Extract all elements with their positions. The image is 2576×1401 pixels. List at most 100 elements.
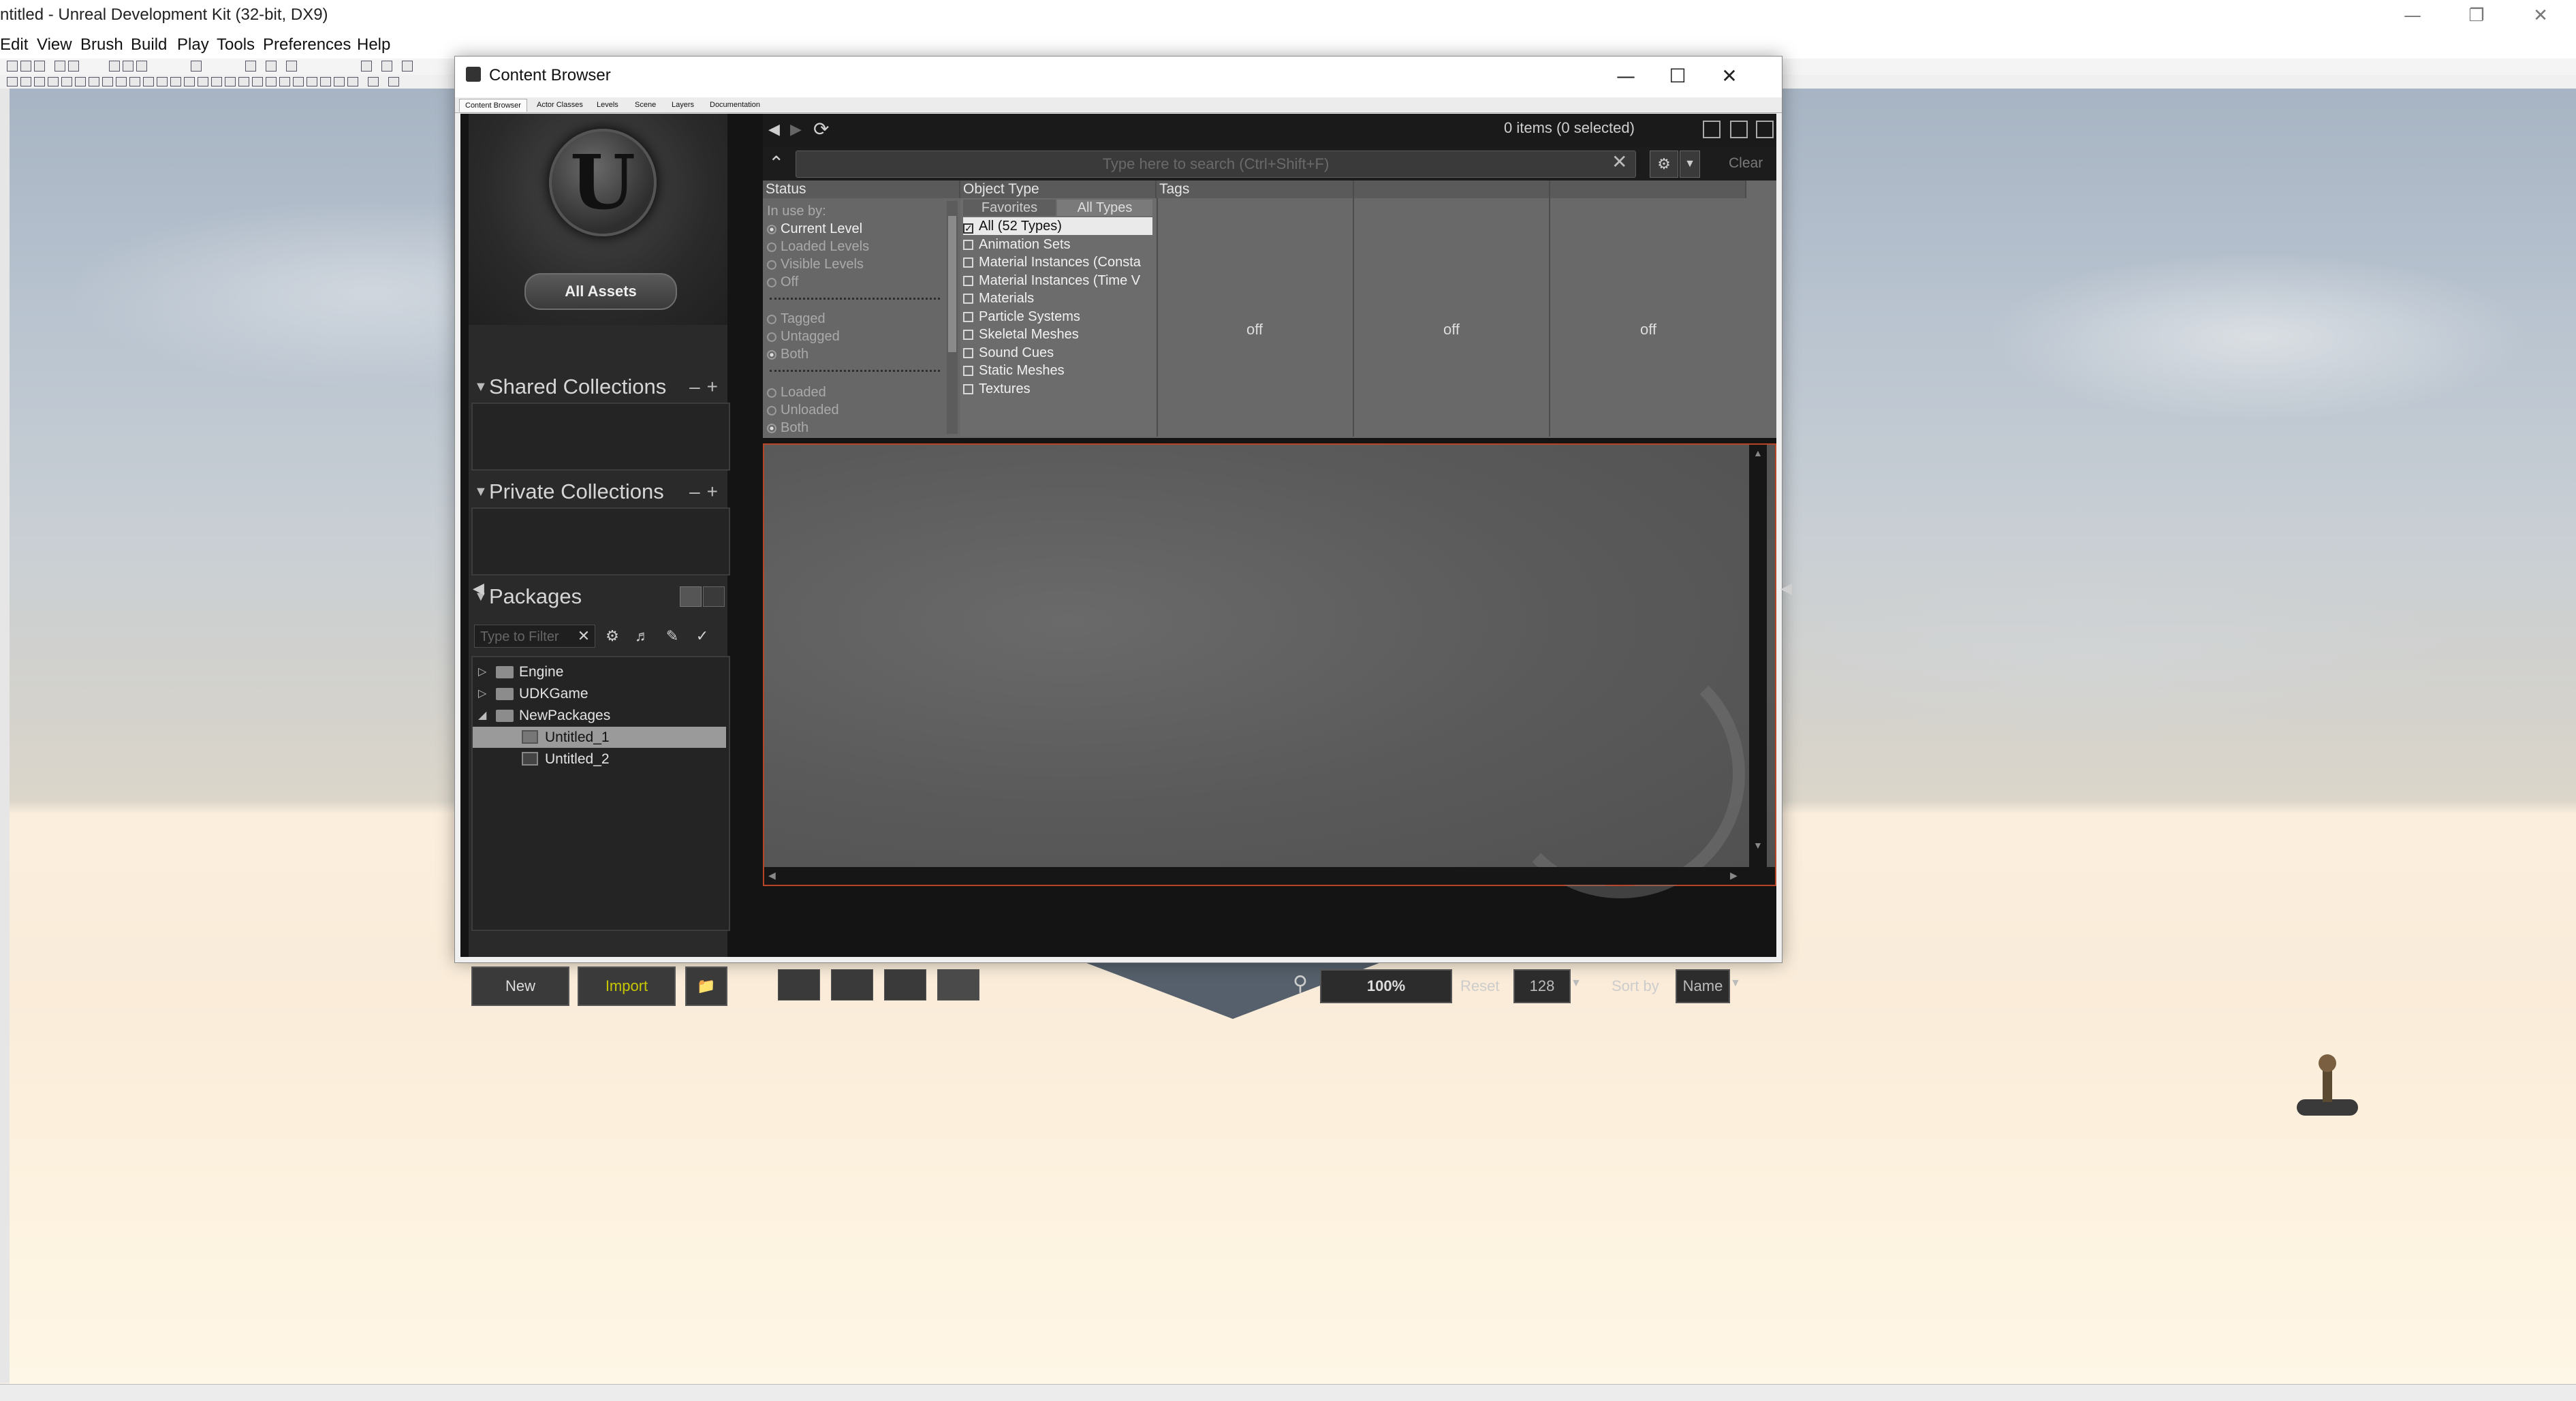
view-large-grid-icon[interactable] <box>937 969 979 1001</box>
dropdown-arrow-icon[interactable]: ▼ <box>1680 151 1700 178</box>
checkmark-icon[interactable]: ✓ <box>691 625 714 648</box>
menu-tools[interactable]: Tools <box>217 34 255 56</box>
toolbar2-icon[interactable] <box>184 77 195 86</box>
back-arrow-icon[interactable]: ◀ <box>768 121 780 138</box>
toolbar2-icon[interactable] <box>157 77 168 86</box>
toolbar2-icon[interactable] <box>170 77 181 86</box>
rotate-icon[interactable] <box>123 61 133 72</box>
private-collections-list[interactable] <box>471 507 730 576</box>
radio-unloaded[interactable]: Unloaded <box>767 401 839 419</box>
tab-content-browser[interactable]: Content Browser <box>459 99 527 112</box>
radio-tagged[interactable]: Tagged <box>767 310 826 328</box>
maximize-icon[interactable]: ☐ <box>1654 61 1701 92</box>
add-remove-collection-icon[interactable]: –+ <box>689 371 725 403</box>
radio-both-tagged[interactable]: Both <box>767 345 808 363</box>
scroll-down-icon[interactable]: ▼ <box>1753 840 1763 851</box>
tree-item-udkgame[interactable]: ▷ UDKGame <box>473 683 726 704</box>
view-medium-grid-icon[interactable] <box>884 969 926 1001</box>
tree-item-engine[interactable]: ▷ Engine <box>473 661 726 682</box>
toolbar2-icon[interactable] <box>225 77 236 86</box>
dropdown-arrow-icon[interactable]: ▼ <box>1730 977 1741 990</box>
collapse-filters-icon[interactable]: ⌃ <box>768 152 784 174</box>
close-icon[interactable]: ✕ <box>2520 3 2561 29</box>
toolbar2-icon[interactable] <box>48 77 59 86</box>
speaker-icon[interactable]: ♬ <box>631 625 654 648</box>
tags-column-3[interactable]: off <box>1550 198 1746 437</box>
folder-icon[interactable]: 📁 <box>685 966 727 1006</box>
toolbar2-icon[interactable] <box>61 77 72 86</box>
toolbar2-icon[interactable] <box>7 77 18 86</box>
package-tree[interactable]: ▷ Engine ▷ UDKGame ◢ NewPackages Untitle… <box>471 656 730 931</box>
shared-collections-header[interactable]: ▼ Shared Collections –+ <box>469 371 727 403</box>
radio-off[interactable]: Off <box>767 273 798 291</box>
checkbox-skeletal-meshes[interactable]: Skeletal Meshes <box>963 326 1079 343</box>
radio-loaded-levels[interactable]: Loaded Levels <box>767 238 869 255</box>
menu-view[interactable]: View <box>37 34 72 56</box>
import-button[interactable]: Import <box>578 966 676 1006</box>
toolbar2-icon[interactable] <box>129 77 140 86</box>
menu-help[interactable]: Help <box>357 34 390 56</box>
toolbar2-icon[interactable] <box>307 77 317 86</box>
all-assets-button[interactable]: All Assets <box>524 273 677 310</box>
thumbnail-size-dropdown[interactable]: 128 <box>1513 969 1571 1003</box>
move-icon[interactable] <box>109 61 120 72</box>
collapse-right-arrow-icon[interactable]: ◀ <box>1780 580 1792 597</box>
view-filmstrip-icon[interactable] <box>778 969 820 1001</box>
content-browser-icon[interactable] <box>266 61 277 72</box>
toolbar2-icon[interactable] <box>279 77 290 86</box>
menu-edit[interactable]: Edit <box>0 34 28 56</box>
tab-actor-classes[interactable]: Actor Classes <box>531 99 588 111</box>
shared-collections-list[interactable] <box>471 403 730 471</box>
toolbar2-icon[interactable] <box>347 77 358 86</box>
scroll-up-icon[interactable]: ▲ <box>1753 447 1763 458</box>
restore-icon[interactable]: ❐ <box>2456 3 2497 29</box>
reset-button[interactable]: Reset <box>1460 977 1499 995</box>
search-input[interactable]: Type here to search (Ctrl+Shift+F) <box>796 151 1636 178</box>
collapse-left-arrow-icon[interactable]: ◀ <box>473 580 484 597</box>
sort-by-dropdown[interactable]: Name <box>1676 969 1730 1003</box>
redo-icon[interactable] <box>68 61 79 72</box>
forward-arrow-icon[interactable]: ▶ <box>790 121 802 138</box>
asset-view[interactable]: ▲ ▼ ◀ ▶ <box>763 443 1776 898</box>
collapse-arrow-icon[interactable]: ▼ <box>474 476 488 507</box>
scrollbar-thumb[interactable] <box>948 216 956 352</box>
tree-view-icon[interactable] <box>703 586 725 607</box>
add-remove-collection-icon[interactable]: –+ <box>689 476 725 507</box>
new-button[interactable]: New <box>471 966 569 1006</box>
toolbar2-icon[interactable] <box>320 77 331 86</box>
tab-layers[interactable]: Layers <box>666 99 700 111</box>
tab-all-types[interactable]: All Types <box>1057 200 1152 216</box>
pencil-icon[interactable]: ✎ <box>661 625 684 648</box>
play-icon[interactable] <box>402 61 413 72</box>
checkbox-material-instances-constant[interactable]: Material Instances (Consta <box>963 253 1141 271</box>
view-small-grid-icon[interactable] <box>831 969 873 1001</box>
collapse-arrow-icon[interactable]: ▼ <box>474 371 488 403</box>
expand-arrow-icon[interactable]: ▷ <box>478 683 486 704</box>
radio-loaded[interactable]: Loaded <box>767 383 826 401</box>
checkbox-sound-cues[interactable]: Sound Cues <box>963 344 1054 362</box>
toolbar2-icon[interactable] <box>34 77 45 86</box>
new-icon[interactable] <box>7 61 18 72</box>
checkbox-particle-systems[interactable]: Particle Systems <box>963 308 1080 326</box>
search-options-icon[interactable]: ⚙ <box>1650 151 1678 178</box>
tab-levels[interactable]: Levels <box>591 99 624 111</box>
collapse-arrow-icon[interactable]: ◢ <box>478 705 486 726</box>
packages-header[interactable]: ▼ Packages <box>469 581 727 612</box>
toolbar2-icon[interactable] <box>252 77 263 86</box>
kismet-icon[interactable] <box>286 61 297 72</box>
tags-column-1[interactable]: off <box>1157 198 1354 437</box>
refresh-icon[interactable]: ⟳ <box>813 118 829 140</box>
toolbar2-icon[interactable] <box>266 77 277 86</box>
clear-button[interactable]: Clear <box>1729 151 1772 176</box>
tab-documentation[interactable]: Documentation <box>704 99 766 111</box>
checkbox-static-meshes[interactable]: Static Meshes <box>963 362 1065 379</box>
menu-brush[interactable]: Brush <box>80 34 123 56</box>
toolbar2-icon[interactable] <box>334 77 345 86</box>
save-icon[interactable] <box>34 61 45 72</box>
list-view-icon[interactable] <box>680 586 702 607</box>
checkbox-animation-sets[interactable]: Animation Sets <box>963 236 1071 253</box>
tab-favorites[interactable]: Favorites <box>963 200 1056 216</box>
checkbox-textures[interactable]: Textures <box>963 380 1031 398</box>
new-window-icon[interactable] <box>1703 121 1721 138</box>
toolbar2-icon[interactable] <box>116 77 127 86</box>
